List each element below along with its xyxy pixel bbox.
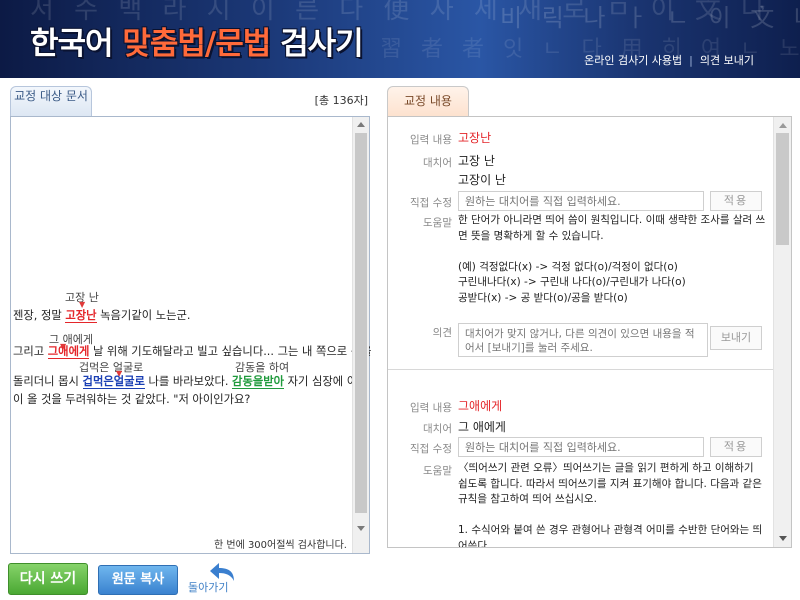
tab-source-document[interactable]: 교정 대상 문서 xyxy=(10,86,92,116)
help-text: 〈띄어쓰기 관련 오류〉띄어쓰기는 글을 읽기 편하게 하고 이해하기 쉽도록 … xyxy=(458,462,763,548)
check-limit-note: 한 번에 300어절씩 검사합니다. xyxy=(213,540,347,551)
apply-button[interactable]: 적용 xyxy=(710,191,762,211)
error-word[interactable]: 겁먹은얼굴로 xyxy=(82,375,145,389)
apply-button[interactable]: 적용 xyxy=(710,437,762,457)
direct-edit-input[interactable] xyxy=(458,191,704,211)
doc-line: 고장 난 ▼ 젠장, 정말 고장난 녹음기같이 노는군. xyxy=(13,291,191,323)
error-word[interactable]: 감동을받아 xyxy=(232,375,285,389)
replacement-option[interactable]: 고장 난 xyxy=(458,152,495,169)
back-button[interactable]: 돌아가기 xyxy=(186,561,246,597)
scroll-up-icon[interactable] xyxy=(779,123,787,128)
copy-original-button[interactable]: 원문 복사 xyxy=(98,565,178,595)
result-divider xyxy=(388,369,773,370)
doc-line: 겁먹은 얼굴로 ▼ 감동을 하여 돌리더니 몹시 겁먹은얼굴로 나를 바라보았다… xyxy=(13,361,368,389)
header-links: 온라인 검사기 사용법 | 의견 보내기 xyxy=(584,52,754,68)
rewrite-button[interactable]: 다시 쓰기 xyxy=(8,563,88,595)
left-scrollbar[interactable] xyxy=(352,117,369,553)
direct-edit-input[interactable] xyxy=(458,437,704,457)
replacement-option[interactable]: 그 애에게 xyxy=(458,418,506,435)
link-separator: | xyxy=(689,54,693,67)
usage-guide-link[interactable]: 온라인 검사기 사용법 xyxy=(584,54,682,67)
replacement-option[interactable]: 고장이 난 xyxy=(458,171,506,188)
opinion-input[interactable] xyxy=(458,323,708,357)
doc-line: 이 올 것을 두려워하는 것 같았다. "저 아이인가요? xyxy=(13,393,251,406)
right-scrollbar[interactable] xyxy=(773,117,791,547)
doc-line: 그 애에게 ▼ 그리고 그애에게 날 위해 기도해달라고 빌고 싶습니다... … xyxy=(13,333,372,359)
input-word: 고장난 xyxy=(458,131,492,145)
send-feedback-link[interactable]: 의견 보내기 xyxy=(700,54,754,67)
send-button[interactable]: 보내기 xyxy=(710,326,762,350)
source-document-panel[interactable]: 고장 난 ▼ 젠장, 정말 고장난 녹음기같이 노는군. 그 애에게 ▼ 그리고… xyxy=(10,116,372,554)
error-word[interactable]: 그애에게 xyxy=(47,345,90,359)
scroll-thumb[interactable] xyxy=(355,133,367,513)
app-title: 한국어 맞춤법/문법 검사기 xyxy=(30,26,364,62)
scroll-down-icon[interactable] xyxy=(357,526,365,531)
tab-corrections[interactable]: 교정 내용 xyxy=(387,86,469,116)
scroll-up-icon[interactable] xyxy=(357,122,365,127)
scroll-thumb[interactable] xyxy=(776,133,789,245)
error-word[interactable]: 고장난 xyxy=(65,309,97,323)
header-banner: 서 수 백 라 시 이 른 다 便 사 세 새 로 ㅁ 이 文 나 習 者 者 … xyxy=(0,0,800,78)
char-count: [총 136자] xyxy=(314,94,368,107)
document-text: 고장 난 ▼ 젠장, 정말 고장난 녹음기같이 노는군. 그 애에게 ▼ 그리고… xyxy=(13,289,372,407)
corrections-panel: 입력 내용 고장난 대치어 고장 난 고장이 난 직접 수정 적용 도움말 한 … xyxy=(387,116,792,548)
help-text: 한 단어가 아니라면 띄어 씀이 원칙입니다. 이때 생략한 조사를 살려 쓰면… xyxy=(458,214,766,304)
input-word: 그애에게 xyxy=(458,399,503,413)
scroll-down-icon[interactable] xyxy=(779,536,787,541)
